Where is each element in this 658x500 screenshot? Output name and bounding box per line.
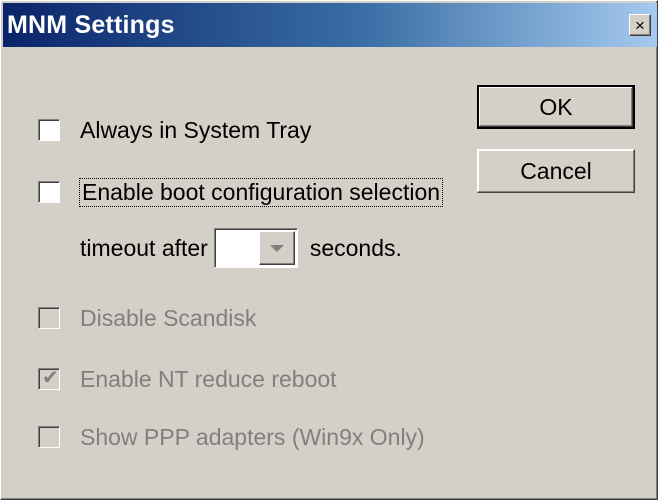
option-label: Show PPP adapters (Win9x Only) (80, 423, 425, 450)
checkbox-enable-boot-configuration[interactable] (38, 181, 60, 203)
option-label: Always in System Tray (80, 116, 312, 143)
timeout-row: timeout after seconds. (80, 228, 402, 268)
close-button[interactable]: × (629, 14, 651, 36)
option-label: Enable boot configuration selection (78, 177, 444, 207)
checkmark-icon: ✔ (42, 367, 59, 389)
option-always-in-system-tray[interactable]: Always in System Tray (38, 115, 311, 145)
timeout-combobox[interactable] (213, 228, 298, 268)
option-label: Enable NT reduce reboot (80, 365, 337, 392)
checkbox-always-in-system-tray[interactable] (38, 119, 60, 141)
title-bar[interactable]: MNM Settings × (3, 3, 657, 47)
window-title: MNM Settings (7, 11, 175, 39)
settings-dialog: MNM Settings × Always in System Tray Ena… (0, 0, 658, 500)
option-show-ppp-adapters[interactable]: Show PPP adapters (Win9x Only) (38, 422, 425, 452)
option-enable-nt-reduce-reboot[interactable]: ✔ Enable NT reduce reboot (38, 364, 337, 394)
option-label: Disable Scandisk (80, 304, 257, 331)
timeout-suffix-label: seconds. (309, 234, 402, 261)
checkbox-enable-nt-reduce-reboot[interactable]: ✔ (38, 367, 60, 390)
close-icon: × (635, 16, 645, 35)
checkbox-disable-scandisk[interactable] (38, 307, 60, 329)
timeout-dropdown-button[interactable] (258, 231, 295, 265)
cancel-button[interactable]: Cancel (477, 149, 635, 193)
option-disable-scandisk[interactable]: Disable Scandisk (38, 303, 256, 333)
ok-button[interactable]: OK (477, 85, 635, 129)
checkbox-show-ppp-adapters[interactable] (38, 426, 60, 448)
option-enable-boot-configuration[interactable]: Enable boot configuration selection (38, 177, 444, 207)
chevron-down-icon (269, 245, 284, 252)
timeout-prefix-label: timeout after (80, 234, 208, 261)
